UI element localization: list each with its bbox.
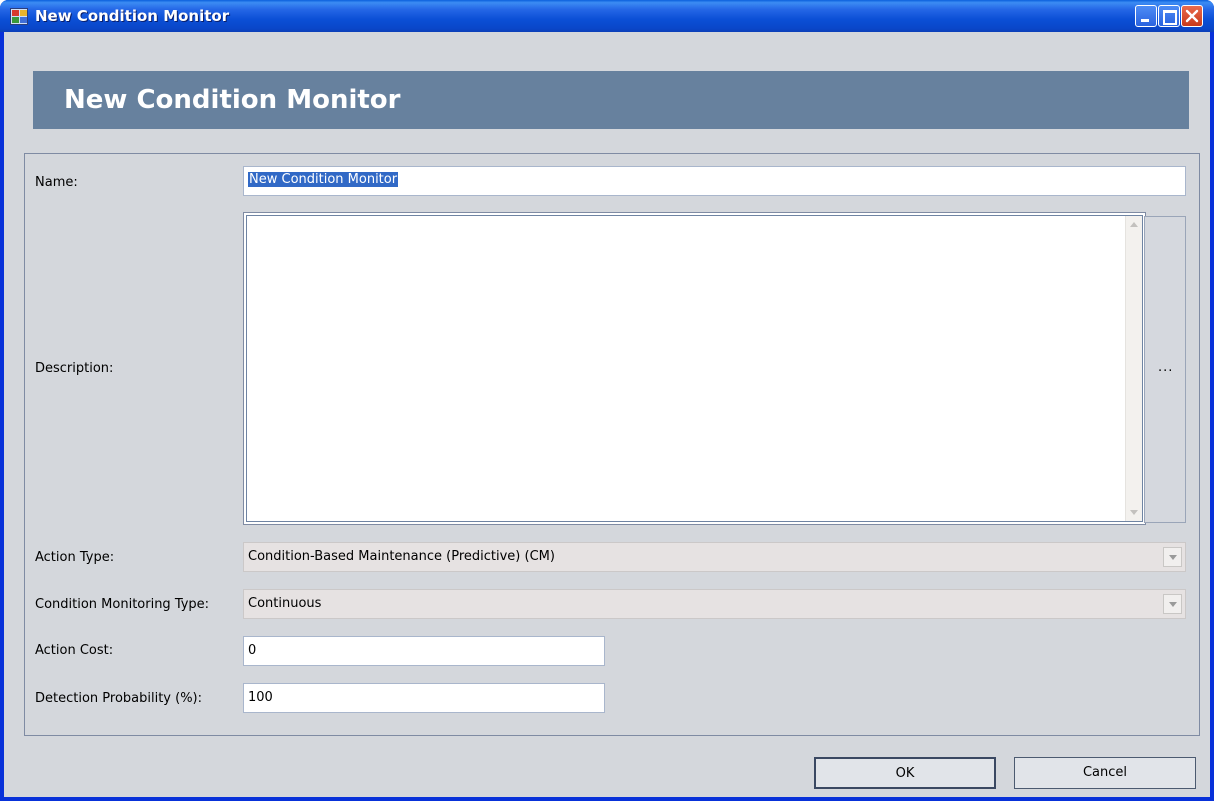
action-cost-label: Action Cost: xyxy=(35,643,114,658)
name-field-value: New Condition Monitor xyxy=(248,172,399,187)
maximize-button[interactable] xyxy=(1158,5,1180,27)
name-field[interactable]: New Condition Monitor xyxy=(243,166,1186,196)
name-label: Name: xyxy=(35,175,78,190)
app-icon xyxy=(10,8,28,25)
ok-button[interactable]: OK xyxy=(814,757,996,789)
condition-monitoring-type-select[interactable]: Continuous xyxy=(243,589,1186,619)
description-field-frame xyxy=(243,212,1146,525)
dialog-window: New Condition Monitor New Condition Moni… xyxy=(0,0,1214,801)
description-label: Description: xyxy=(35,361,114,376)
detection-probability-label: Detection Probability (%): xyxy=(35,691,203,706)
description-scrollbar[interactable] xyxy=(1125,216,1142,521)
action-type-value: Condition-Based Maintenance (Predictive)… xyxy=(248,549,555,564)
detection-probability-field[interactable]: 100 xyxy=(243,683,605,713)
action-cost-field[interactable]: 0 xyxy=(243,636,605,666)
condition-monitoring-type-label: Condition Monitoring Type: xyxy=(35,597,210,612)
header-banner: New Condition Monitor xyxy=(33,71,1189,129)
dialog-client-area: New Condition Monitor Name: New Conditio… xyxy=(4,32,1210,797)
ellipsis-label: ... xyxy=(1158,360,1174,375)
chevron-down-icon[interactable] xyxy=(1163,547,1182,567)
scroll-up-icon xyxy=(1130,222,1138,227)
page-title: New Condition Monitor xyxy=(64,85,401,115)
scroll-down-button[interactable] xyxy=(1126,504,1142,521)
title-bar[interactable]: New Condition Monitor xyxy=(0,0,1214,32)
scroll-up-button[interactable] xyxy=(1126,216,1142,233)
close-button[interactable] xyxy=(1181,5,1203,27)
action-type-label: Action Type: xyxy=(35,550,115,565)
description-ellipsis-button[interactable]: ... xyxy=(1144,216,1186,523)
close-icon xyxy=(1185,9,1199,23)
action-type-select[interactable]: Condition-Based Maintenance (Predictive)… xyxy=(243,542,1186,572)
chevron-down-icon[interactable] xyxy=(1163,594,1182,614)
cancel-button[interactable]: Cancel xyxy=(1014,757,1196,789)
scroll-down-icon xyxy=(1130,510,1138,515)
minimize-button[interactable] xyxy=(1135,5,1157,27)
window-title: New Condition Monitor xyxy=(35,7,230,25)
description-field[interactable] xyxy=(246,215,1143,522)
condition-monitoring-type-value: Continuous xyxy=(248,596,322,611)
